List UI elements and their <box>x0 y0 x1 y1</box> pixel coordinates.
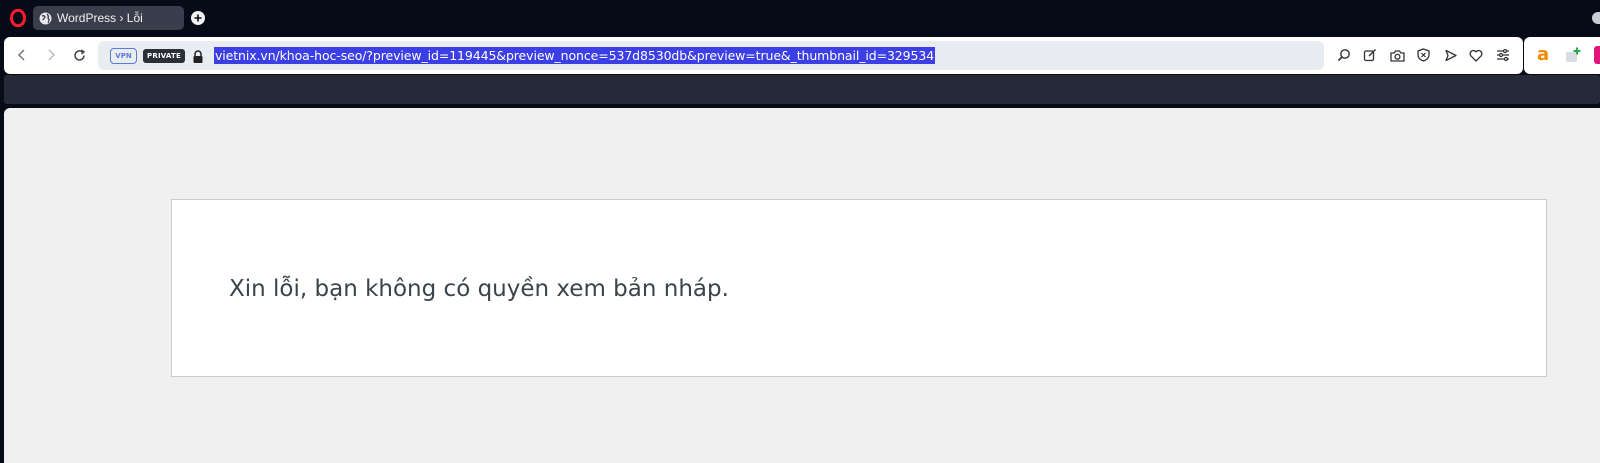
address-bar[interactable]: VPN PRIVATE vietnix.vn/khoa-hoc-seo/?pre… <box>98 41 1324 70</box>
lock-icon[interactable] <box>192 49 204 63</box>
new-tab-button[interactable] <box>191 11 205 25</box>
url-text[interactable]: vietnix.vn/khoa-hoc-seo/?preview_id=1194… <box>214 47 936 64</box>
tab-bar: WordPress › Lỗi <box>0 0 1600 36</box>
private-badge: PRIVATE <box>143 49 185 63</box>
easy-setup-icon[interactable] <box>1495 47 1511 63</box>
opera-logo-icon[interactable] <box>10 9 26 27</box>
extension-a-icon[interactable]: a <box>1537 45 1555 65</box>
back-button[interactable] <box>13 46 31 64</box>
camera-icon[interactable] <box>1389 47 1405 63</box>
search-page-icon[interactable] <box>1336 47 1352 63</box>
extension-pink-icon[interactable] <box>1594 46 1600 64</box>
extension-puzzle-icon[interactable] <box>1564 46 1582 64</box>
send-icon[interactable] <box>1442 47 1458 63</box>
reload-button[interactable] <box>70 46 88 64</box>
forward-button[interactable] <box>42 46 60 64</box>
error-message: Xin lỗi, bạn không có quyền xem bản nháp… <box>229 276 729 302</box>
wp-die-message-box: Xin lỗi, bạn không có quyền xem bản nháp… <box>171 199 1547 377</box>
heart-icon[interactable] <box>1468 47 1484 63</box>
tab-title: WordPress › Lỗi <box>57 11 143 25</box>
shield-icon[interactable] <box>1415 47 1431 63</box>
extensions-bar: a <box>1524 37 1600 74</box>
window-controls-edge[interactable] <box>1592 12 1600 24</box>
globe-icon <box>39 12 52 25</box>
bookmarks-bar <box>4 75 1600 104</box>
tab-active[interactable]: WordPress › Lỗi <box>33 6 184 30</box>
edit-icon[interactable] <box>1362 47 1378 63</box>
address-toolbar: VPN PRIVATE vietnix.vn/khoa-hoc-seo/?pre… <box>4 37 1523 74</box>
vpn-badge[interactable]: VPN <box>110 48 137 64</box>
